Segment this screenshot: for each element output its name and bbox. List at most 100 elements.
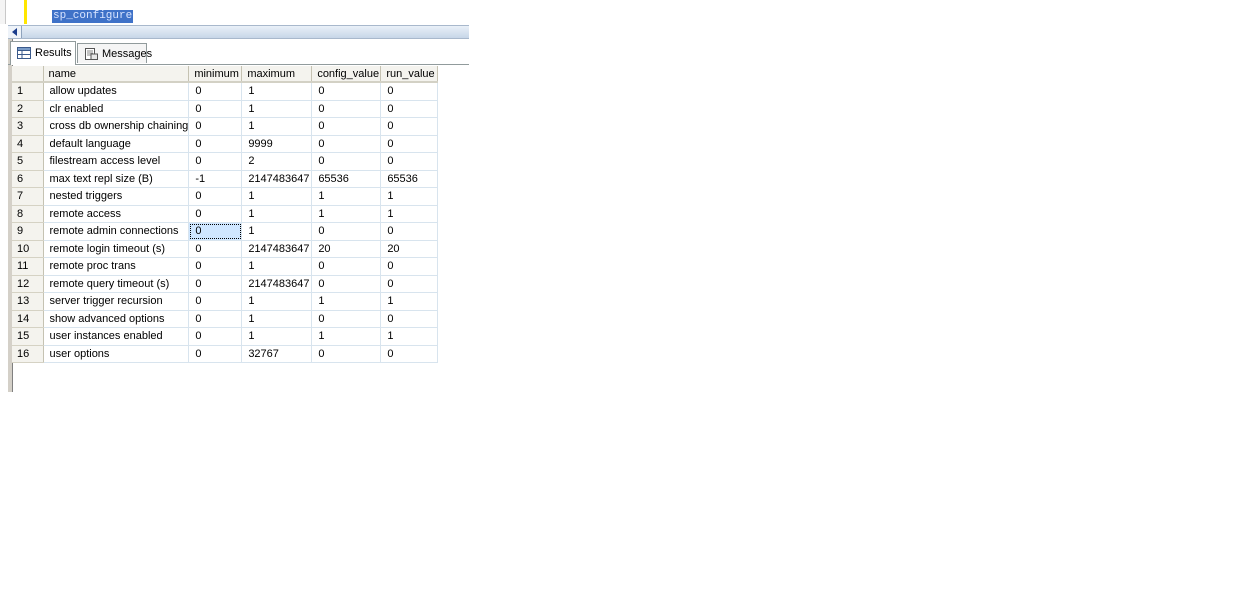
grid-cell[interactable]: show advanced options <box>43 310 190 328</box>
grid-cell[interactable]: remote admin connections <box>43 222 190 241</box>
grid-cell[interactable]: 1 <box>241 327 313 346</box>
scrollbar-thumb[interactable] <box>22 26 469 38</box>
grid-cell[interactable]: 0 <box>380 275 439 293</box>
grid-cell[interactable]: 2147483647 <box>241 240 313 258</box>
row-number[interactable]: 4 <box>12 135 44 153</box>
grid-cell[interactable]: 1 <box>380 205 439 223</box>
grid-cell[interactable]: 0 <box>380 345 439 363</box>
grid-cell[interactable]: 9999 <box>241 135 313 153</box>
grid-cell[interactable]: 0 <box>188 135 243 153</box>
query-text[interactable]: sp_configure <box>52 10 134 23</box>
grid-cell[interactable]: -1 <box>188 170 243 188</box>
row-number-header[interactable] <box>12 66 44 83</box>
row-number[interactable]: 8 <box>12 205 44 223</box>
grid-cell[interactable]: 65536 <box>380 170 439 188</box>
table-row[interactable]: 9 remote admin connections 0 1 0 0 <box>12 222 439 241</box>
grid-cell[interactable]: 0 <box>380 152 439 171</box>
row-number[interactable]: 16 <box>12 345 44 363</box>
grid-cell[interactable]: 0 <box>188 82 243 101</box>
row-number[interactable]: 7 <box>12 187 44 206</box>
grid-cell[interactable]: 0 <box>188 240 243 258</box>
row-number[interactable]: 12 <box>12 275 44 293</box>
grid-cell[interactable]: remote proc trans <box>43 257 190 276</box>
column-header[interactable]: run_value <box>380 66 439 83</box>
row-number[interactable]: 3 <box>12 117 44 136</box>
grid-cell[interactable]: 20 <box>380 240 439 258</box>
grid-cell[interactable]: 32767 <box>241 345 313 363</box>
grid-cell[interactable]: 0 <box>311 345 382 363</box>
column-header[interactable]: minimum <box>188 66 243 83</box>
grid-cell[interactable]: 0 <box>380 82 439 101</box>
grid-cell[interactable]: nested triggers <box>43 187 190 206</box>
grid-cell[interactable]: 1 <box>241 310 313 328</box>
table-row[interactable]: 16 user options 0 32767 0 0 <box>12 345 439 363</box>
grid-cell[interactable]: 1 <box>241 205 313 223</box>
query-editor[interactable]: sp_configure <box>0 0 469 24</box>
grid-cell[interactable]: 0 <box>380 222 439 241</box>
row-number[interactable]: 15 <box>12 327 44 346</box>
grid-cell[interactable]: 0 <box>188 205 243 223</box>
column-header[interactable]: name <box>43 66 190 83</box>
grid-cell[interactable]: 2147483647 <box>241 275 313 293</box>
grid-cell[interactable]: 1 <box>241 82 313 101</box>
grid-cell[interactable]: 0 <box>380 257 439 276</box>
grid-cell[interactable]: 0 <box>311 135 382 153</box>
table-row[interactable]: 12 remote query timeout (s) 0 2147483647 0 0 <box>12 275 439 293</box>
grid-cell[interactable]: 0 <box>188 310 243 328</box>
grid-cell[interactable]: cross db ownership chaining <box>43 117 190 136</box>
grid-cell[interactable]: 0 <box>188 152 243 171</box>
grid-cell[interactable]: 1 <box>311 187 382 206</box>
table-row[interactable]: 6 max text repl size (B) -1 2147483647 65536… <box>12 170 439 188</box>
table-row[interactable]: 2 clr enabled 0 1 0 0 <box>12 100 439 118</box>
results-grid[interactable]: name minimum maximum config_value run_va… <box>12 66 439 363</box>
grid-cell[interactable]: 1 <box>241 222 313 241</box>
grid-cell[interactable]: 1 <box>241 187 313 206</box>
table-row[interactable]: 1 allow updates 0 1 0 0 <box>12 82 439 101</box>
table-row[interactable]: 10 remote login timeout (s) 0 2147483647 20 2… <box>12 240 439 258</box>
grid-cell[interactable]: 0 <box>380 117 439 136</box>
grid-cell[interactable]: 0 <box>311 152 382 171</box>
row-number[interactable]: 10 <box>12 240 44 258</box>
grid-cell[interactable]: 0 <box>188 292 243 311</box>
row-number[interactable]: 9 <box>12 222 44 241</box>
grid-cell[interactable]: 0 <box>188 117 243 136</box>
grid-cell[interactable]: 1 <box>380 327 439 346</box>
grid-cell[interactable]: 65536 <box>311 170 382 188</box>
grid-cell[interactable]: 0 <box>380 310 439 328</box>
grid-cell[interactable]: allow updates <box>43 82 190 101</box>
column-header[interactable]: maximum <box>241 66 313 83</box>
grid-cell[interactable]: 1 <box>311 205 382 223</box>
table-row[interactable]: 15 user instances enabled 0 1 1 1 <box>12 327 439 346</box>
grid-cell[interactable]: 2147483647 <box>241 170 313 188</box>
table-row[interactable]: 8 remote access 0 1 1 1 <box>12 205 439 223</box>
grid-cell[interactable]: user options <box>43 345 190 363</box>
table-row[interactable]: 11 remote proc trans 0 1 0 0 <box>12 257 439 276</box>
grid-cell[interactable]: 1 <box>241 100 313 118</box>
grid-cell[interactable]: clr enabled <box>43 100 190 118</box>
grid-cell[interactable]: default language <box>43 135 190 153</box>
row-number[interactable]: 1 <box>12 82 44 101</box>
grid-cell[interactable]: 2 <box>241 152 313 171</box>
grid-cell[interactable]: 1 <box>311 327 382 346</box>
row-number[interactable]: 11 <box>12 257 44 276</box>
scroll-left-arrow-icon[interactable] <box>8 26 22 38</box>
grid-cell[interactable]: 1 <box>380 292 439 311</box>
table-row[interactable]: 14 show advanced options 0 1 0 0 <box>12 310 439 328</box>
table-row[interactable]: 7 nested triggers 0 1 1 1 <box>12 187 439 206</box>
grid-cell[interactable]: 0 <box>188 345 243 363</box>
grid-cell[interactable]: server trigger recursion <box>43 292 190 311</box>
grid-cell[interactable]: remote query timeout (s) <box>43 275 190 293</box>
row-number[interactable]: 14 <box>12 310 44 328</box>
grid-cell[interactable]: 0 <box>311 82 382 101</box>
horizontal-scrollbar[interactable] <box>8 25 469 39</box>
row-number[interactable]: 5 <box>12 152 44 171</box>
grid-cell[interactable]: 0 <box>311 257 382 276</box>
grid-cell[interactable]: 0 <box>188 187 243 206</box>
row-number[interactable]: 13 <box>12 292 44 311</box>
table-row[interactable]: 5 filestream access level 0 2 0 0 <box>12 152 439 171</box>
grid-cell[interactable]: 1 <box>241 292 313 311</box>
grid-cell[interactable]: 0 <box>311 117 382 136</box>
selected-grid-cell[interactable]: 0 <box>188 222 243 241</box>
grid-cell[interactable]: 0 <box>188 275 243 293</box>
table-row[interactable]: 13 server trigger recursion 0 1 1 1 <box>12 292 439 311</box>
